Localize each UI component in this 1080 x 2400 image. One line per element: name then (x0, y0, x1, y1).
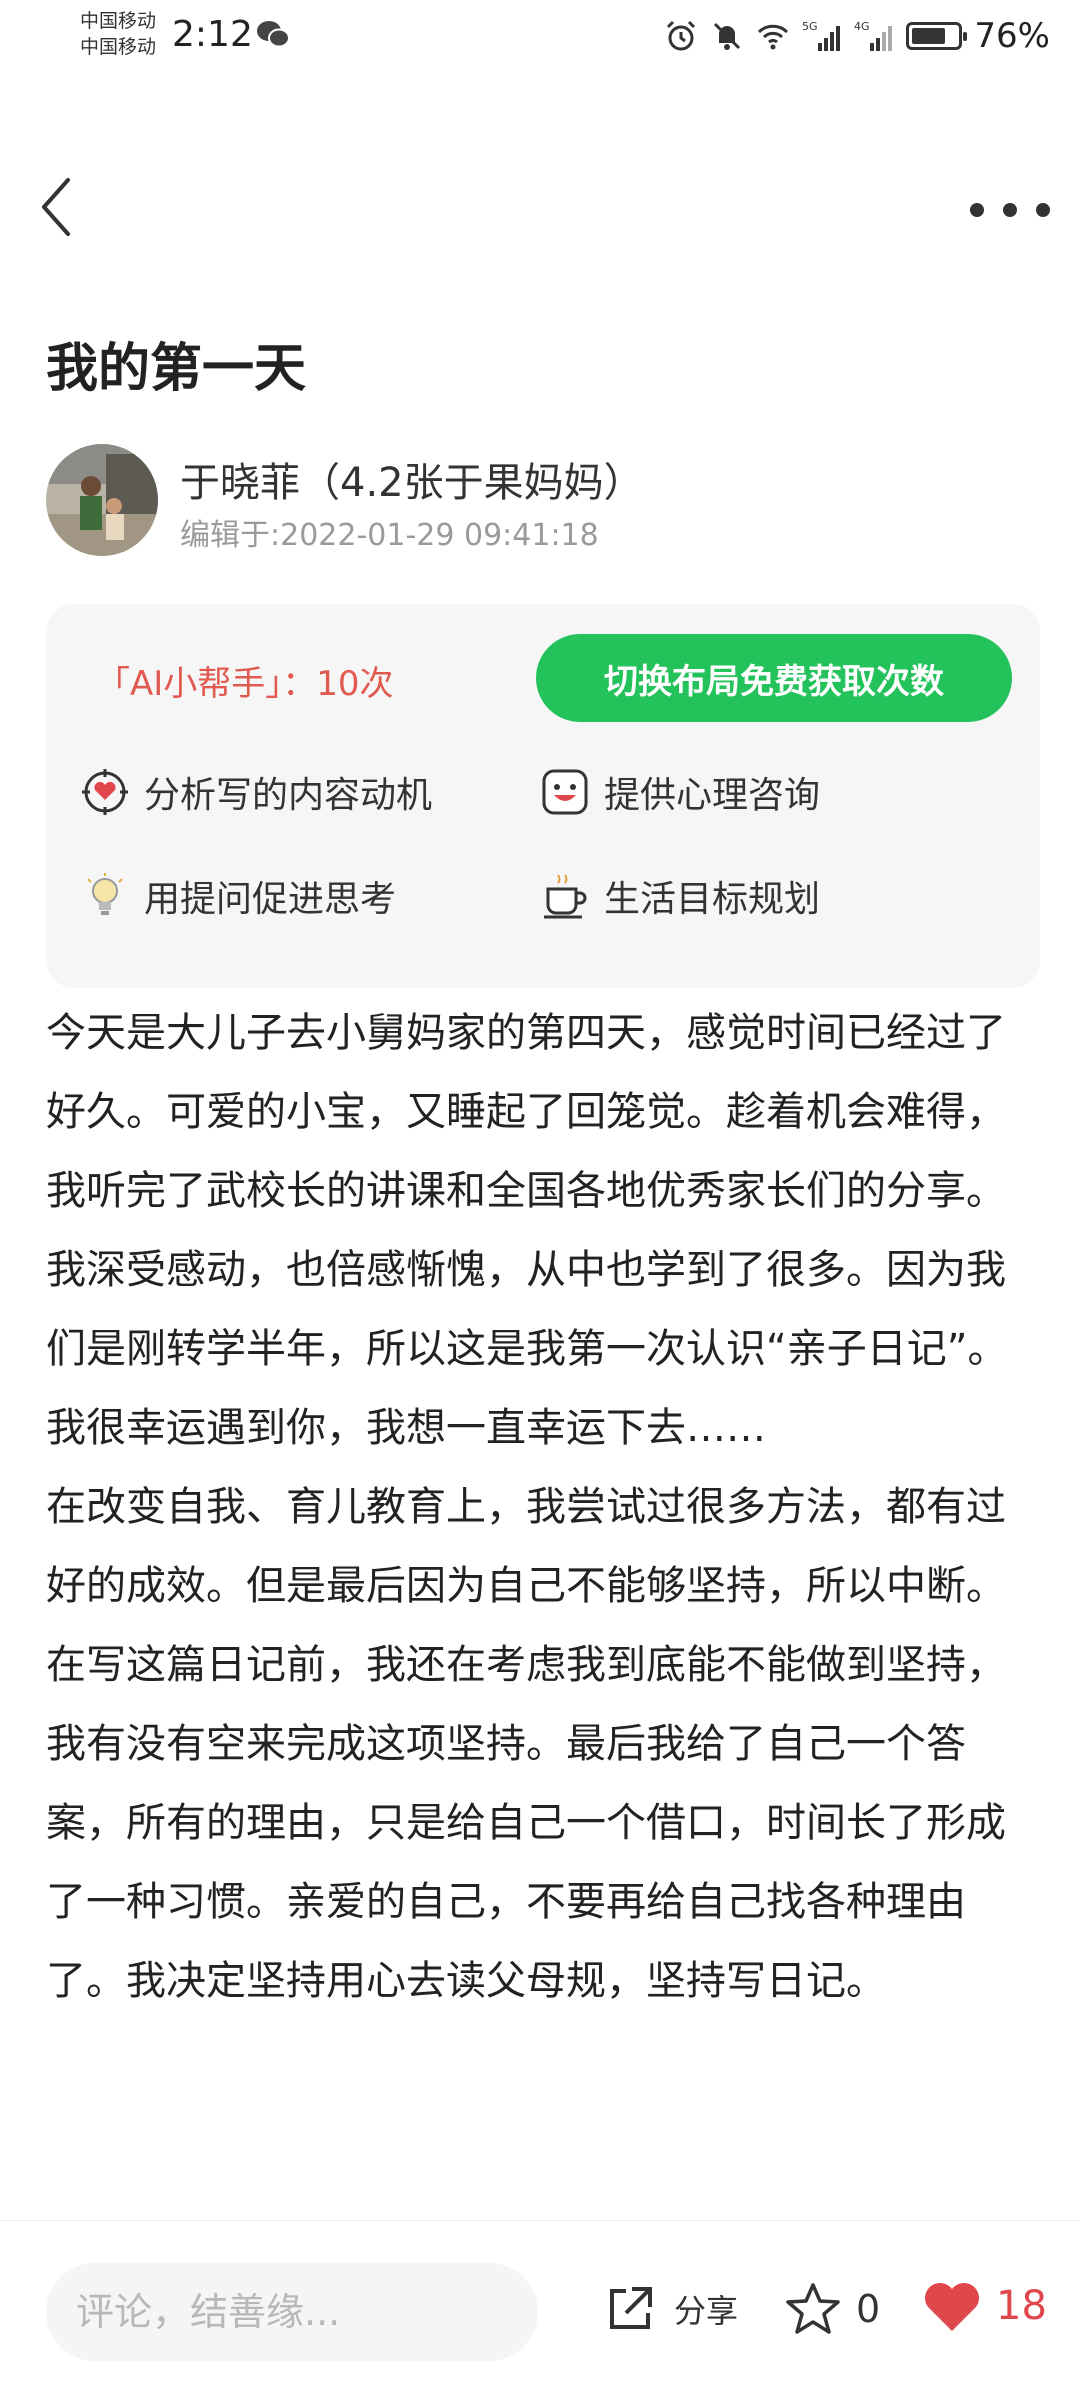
status-time: 2:12 (172, 14, 253, 55)
feature-psych-consult[interactable]: 提供心理咨询 (540, 766, 820, 818)
feature-analyze-motivation[interactable]: 分析写的内容动机 (80, 766, 432, 818)
network-1-label: 5G (802, 20, 818, 33)
favorite-count: 0 (856, 2287, 881, 2331)
like-button[interactable]: 18 (922, 2279, 1047, 2333)
feature-label: 提供心理咨询 (604, 775, 821, 816)
favorite-button[interactable]: 0 (784, 2281, 880, 2337)
comment-input[interactable] (46, 2263, 538, 2361)
share-button[interactable]: 分享 (604, 2283, 738, 2335)
signal-4g-icon: 4G (854, 20, 893, 51)
signal-5g-icon: 5G (802, 20, 841, 51)
body-paragraph-2: 在改变自我、育儿教育上，我尝试过很多方法，都有过好的成效。但是最后因为自己不能够… (46, 1484, 1006, 2004)
author-avatar[interactable] (46, 444, 158, 556)
network-2-label: 4G (854, 20, 870, 33)
status-icons: 5G 4G 76% (664, 14, 1050, 58)
author-name[interactable]: 于晓菲（4.2张于果妈妈） (180, 450, 644, 508)
switch-layout-button[interactable]: 切换布局免费获取次数 (536, 634, 1012, 722)
wifi-icon (758, 24, 789, 50)
edited-timestamp: 编辑于:2022-01-29 09:41:18 (180, 518, 599, 553)
more-options-icon[interactable] (970, 190, 1050, 230)
carrier-labels: 中国移动 中国移动 (80, 8, 156, 60)
more-dot (1036, 203, 1050, 217)
ai-helper-count: 「AI小帮手」：10次 (96, 664, 394, 704)
smiley-face-icon (542, 769, 588, 815)
heart-target-icon (82, 769, 128, 815)
battery-fill (912, 28, 946, 44)
share-label: 分享 (674, 2292, 739, 2330)
ai-helper-card: 「AI小帮手」：10次 切换布局免费获取次数 分析写的内容动机 提供心理咨询 用… (46, 604, 1040, 988)
star-icon (786, 2283, 840, 2334)
coffee-cup-icon (544, 874, 587, 919)
more-dot (970, 203, 984, 217)
back-icon[interactable] (32, 172, 82, 242)
wechat-notification-icon (257, 21, 290, 48)
feature-question-thinking[interactable]: 用提问促进思考 (80, 870, 396, 922)
feature-label: 生活目标规划 (604, 879, 821, 920)
feature-life-goals[interactable]: 生活目标规划 (540, 870, 820, 922)
alarm-icon (667, 20, 696, 51)
feature-label: 分析写的内容动机 (144, 775, 433, 816)
like-count: 18 (996, 2283, 1047, 2329)
heart-icon (925, 2283, 979, 2331)
share-icon (610, 2287, 652, 2329)
status-bar: 中国移动 中国移动 2:12 5G 4G 76% (0, 0, 1080, 80)
bottom-action-bar: 分享 0 18 (0, 2220, 1080, 2400)
carrier-2: 中国移动 (80, 36, 157, 58)
feature-label: 用提问促进思考 (144, 879, 397, 920)
battery-percent: 76% (974, 16, 1050, 56)
more-dot (1003, 203, 1017, 217)
carrier-1: 中国移动 (80, 10, 157, 32)
body-paragraph-1: 今天是大儿子去小舅妈家的第四天，感觉时间已经过了好久。可爱的小宝，又睡起了回笼觉… (46, 1010, 1008, 1451)
post-body: 今天是大儿子去小舅妈家的第四天，感觉时间已经过了好久。可爱的小宝，又睡起了回笼觉… (46, 994, 1040, 2021)
lightbulb-icon (87, 873, 123, 915)
post-title: 我的第一天 (46, 339, 307, 399)
battery-icon (906, 22, 968, 50)
mute-bell-icon (714, 22, 741, 50)
